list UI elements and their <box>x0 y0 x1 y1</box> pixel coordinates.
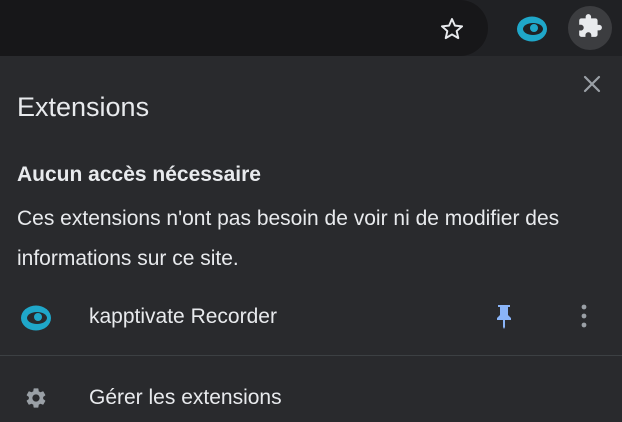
panel-title: Extensions <box>17 92 150 122</box>
manage-extensions-label: Gérer les extensions <box>89 386 282 409</box>
close-icon <box>583 75 601 98</box>
more-vert-icon <box>580 303 588 334</box>
eye-icon <box>18 302 54 334</box>
address-bar-end <box>0 0 488 56</box>
pin-button[interactable] <box>488 302 520 334</box>
extension-name: kapptivate Recorder <box>89 305 277 328</box>
extension-item[interactable]: kapptivate Recorder <box>0 294 622 342</box>
more-options-button[interactable] <box>568 302 600 334</box>
extensions-menu-button[interactable] <box>568 6 612 50</box>
section-description: Ces extensions n'ont pas besoin de voir … <box>17 207 560 270</box>
puzzle-icon <box>577 13 603 44</box>
extensions-panel: Extensions Aucun accès nécessaire Ces ex… <box>0 56 622 422</box>
kapptivate-toolbar-icon[interactable] <box>512 12 552 46</box>
pin-icon <box>494 303 514 334</box>
close-button[interactable] <box>576 70 608 102</box>
browser-toolbar <box>0 0 622 56</box>
bookmark-star-icon[interactable] <box>432 12 472 46</box>
divider <box>0 355 622 356</box>
gear-icon <box>22 384 50 412</box>
section-heading: Aucun accès nécessaire <box>17 163 261 186</box>
manage-extensions-item[interactable]: Gérer les extensions <box>0 374 622 422</box>
